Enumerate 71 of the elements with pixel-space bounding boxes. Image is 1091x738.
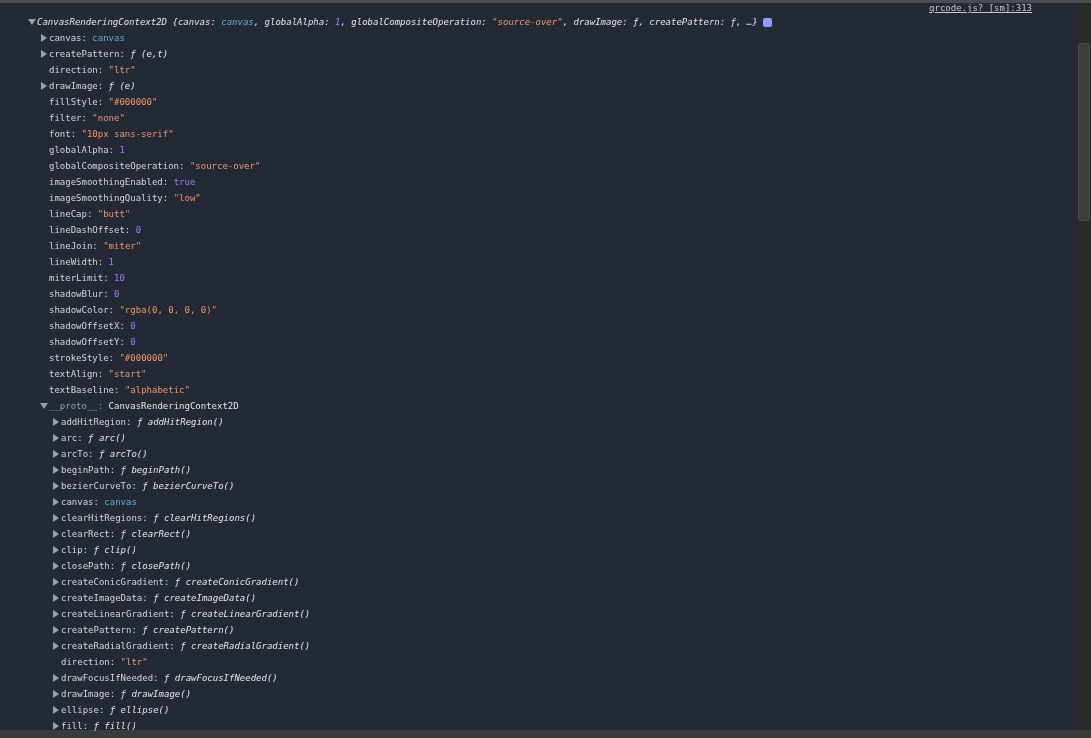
property-entry: imageSmoothingEnabled: true	[49, 177, 196, 187]
property-entry: shadowOffsetY: 0	[49, 337, 136, 347]
expand-arrow-icon[interactable]	[41, 82, 47, 90]
property-entry: lineDashOffset: 0	[49, 225, 142, 235]
property-entry: miterLimit: 10	[49, 273, 125, 283]
expand-arrow-icon[interactable]	[53, 706, 59, 714]
expand-arrow-icon[interactable]	[53, 594, 59, 602]
property-entry: createLinearGradient: ƒ createLinearGradient()	[61, 609, 311, 619]
property-entry: fill: ƒ fill()	[61, 721, 137, 731]
scrollbar-thumb[interactable]	[1078, 43, 1090, 221]
property-entry: globalAlpha: 1	[49, 145, 125, 155]
property-entry: addHitRegion: ƒ addHitRegion()	[61, 417, 224, 427]
expand-arrow-icon[interactable]	[53, 482, 59, 490]
expand-arrow-icon[interactable]	[53, 642, 59, 650]
property-entry: drawImage: ƒ drawImage()	[61, 689, 192, 699]
property-entry: filter: "none"	[49, 113, 125, 123]
expand-arrow-icon[interactable]	[53, 418, 59, 426]
property-entry: lineJoin: "miter"	[49, 241, 142, 251]
expand-arrow-icon[interactable]	[53, 578, 59, 586]
property-entry: createPattern: ƒ createPattern()	[61, 625, 235, 635]
property-entry: clearHitRegions: ƒ clearHitRegions()	[61, 513, 257, 523]
expand-arrow-icon[interactable]	[41, 34, 47, 42]
expand-arrow-icon[interactable]	[53, 434, 59, 442]
property-entry: createPattern: ƒ (e,t)	[49, 49, 169, 59]
property-entry: arc: ƒ arc()	[61, 433, 127, 443]
property-entry: drawFocusIfNeeded: ƒ drawFocusIfNeeded()	[61, 673, 278, 683]
property-entry: lineCap: "butt"	[49, 209, 131, 219]
expand-arrow-icon[interactable]	[53, 690, 59, 698]
property-entry: shadowOffsetX: 0	[49, 321, 136, 331]
collapse-arrow-icon[interactable]	[28, 19, 36, 25]
property-entry: clip: ƒ clip()	[61, 545, 137, 555]
property-entry: clearRect: ƒ clearRect()	[61, 529, 192, 539]
property-entry: canvas: canvas	[49, 33, 125, 43]
property-entry: shadowBlur: 0	[49, 289, 120, 299]
expand-arrow-icon[interactable]	[53, 514, 59, 522]
expand-arrow-icon[interactable]	[41, 50, 47, 58]
property-entry: font: "10px sans-serif"	[49, 129, 174, 139]
property-entry: fillStyle: "#000000"	[49, 97, 158, 107]
expand-arrow-icon[interactable]	[53, 546, 59, 554]
property-entry: direction: "ltr"	[49, 65, 136, 75]
property-entry: createImageData: ƒ createImageData()	[61, 593, 257, 603]
source-link[interactable]: qrcode.js?_[sm]:313	[929, 3, 1032, 14]
expand-arrow-icon[interactable]	[53, 610, 59, 618]
property-entry: beginPath: ƒ beginPath()	[61, 465, 192, 475]
collapse-arrow-icon[interactable]	[40, 403, 48, 409]
property-entry: strokeStyle: "#000000"	[49, 353, 169, 363]
info-icon[interactable]	[762, 17, 772, 27]
property-entry: ellipse: ƒ ellipse()	[61, 705, 170, 715]
property-entry: closePath: ƒ closePath()	[61, 561, 192, 571]
property-entry: lineWidth: 1	[49, 257, 115, 267]
property-entry: direction: "ltr"	[61, 657, 148, 667]
property-entry: __proto__: CanvasRenderingContext2D	[49, 401, 239, 411]
property-entry: canvas: canvas	[61, 497, 137, 507]
object-summary: CanvasRenderingContext2D {canvas: canvas, globalAlpha: 1, globalCompositeOperation: "source-over", drawImage: ƒ, createPattern: ƒ, …}	[37, 17, 758, 27]
expand-arrow-icon[interactable]	[53, 562, 59, 570]
property-entry: bezierCurveTo: ƒ bezierCurveTo()	[61, 481, 235, 491]
property-entry: drawImage: ƒ (e)	[49, 81, 136, 91]
property-entry: shadowColor: "rgba(0, 0, 0, 0)"	[49, 305, 217, 315]
expand-arrow-icon[interactable]	[53, 450, 59, 458]
property-entry: textAlign: "start"	[49, 369, 147, 379]
property-entry: globalCompositeOperation: "source-over"	[49, 161, 261, 171]
expand-arrow-icon[interactable]	[53, 674, 59, 682]
property-entry: arcTo: ƒ arcTo()	[61, 449, 148, 459]
property-entry: imageSmoothingQuality: "low"	[49, 193, 201, 203]
expand-arrow-icon[interactable]	[53, 498, 59, 506]
expand-arrow-icon[interactable]	[53, 626, 59, 634]
expand-arrow-icon[interactable]	[53, 466, 59, 474]
property-entry: createConicGradient: ƒ createConicGradient()	[61, 577, 300, 587]
property-entry: createRadialGradient: ƒ createRadialGradient()	[61, 641, 311, 651]
property-entry: textBaseline: "alphabetic"	[49, 385, 190, 395]
expand-arrow-icon[interactable]	[53, 530, 59, 538]
